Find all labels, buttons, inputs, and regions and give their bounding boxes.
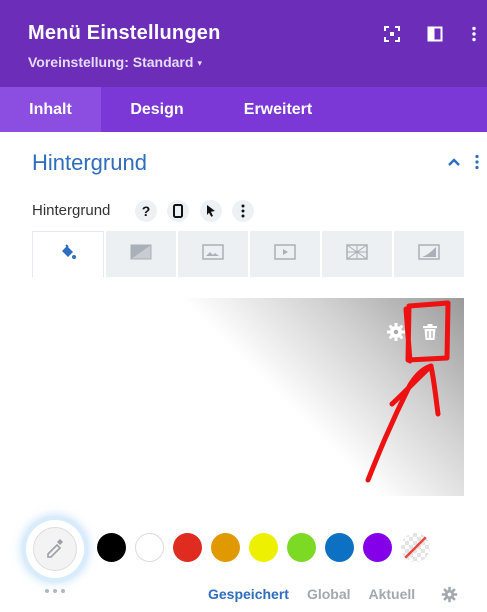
- trash-icon[interactable]: [420, 322, 440, 342]
- palette-settings-icon[interactable]: [441, 586, 458, 603]
- paint-bucket-icon: [59, 243, 77, 266]
- no-color-slash-icon: [404, 536, 427, 559]
- chevron-down-icon: ▾: [197, 58, 202, 68]
- background-type-tabs: [32, 231, 464, 277]
- video-icon: [274, 243, 296, 265]
- background-field-label: Hintergrund: [32, 202, 111, 219]
- bg-tab-gradient[interactable]: [106, 231, 176, 277]
- modal-title: Menü Einstellungen: [28, 22, 221, 44]
- field-options-icon[interactable]: [232, 200, 254, 222]
- image-icon: [202, 243, 224, 265]
- bg-tab-color[interactable]: [32, 231, 104, 277]
- bg-tab-image[interactable]: [178, 231, 248, 277]
- chevron-up-icon[interactable]: [444, 152, 464, 172]
- swatch-blue[interactable]: [325, 533, 354, 562]
- section-more-icon[interactable]: [474, 154, 484, 174]
- swatch-white[interactable]: [135, 533, 164, 562]
- tab-inhalt[interactable]: Inhalt: [0, 87, 101, 132]
- section-title[interactable]: Hintergrund: [32, 150, 147, 176]
- settings-tabs: Inhalt Design Erweitert: [0, 87, 487, 132]
- fullscreen-icon[interactable]: [380, 22, 404, 46]
- swatch-orange[interactable]: [211, 533, 240, 562]
- palette-footer: Gespeichert Global Aktuell: [208, 586, 433, 602]
- eyedropper-icon: [44, 536, 66, 563]
- swatch-purple[interactable]: [363, 533, 392, 562]
- preset-selector[interactable]: Voreinstellung: Standard ▾: [28, 54, 202, 70]
- color-swatches: [97, 533, 430, 562]
- bg-tab-video[interactable]: [250, 231, 320, 277]
- responsive-icon[interactable]: [167, 200, 189, 222]
- help-icon[interactable]: ?: [135, 200, 157, 222]
- pattern-icon: [346, 243, 368, 265]
- swatch-black[interactable]: [97, 533, 126, 562]
- swatch-red[interactable]: [173, 533, 202, 562]
- more-dots-icon[interactable]: [43, 582, 67, 593]
- sidebar-toggle-icon[interactable]: [423, 22, 447, 46]
- more-options-icon[interactable]: [462, 22, 486, 46]
- swatch-yellow[interactable]: [249, 533, 278, 562]
- color-picker-button[interactable]: [26, 520, 84, 578]
- bg-tab-pattern[interactable]: [322, 231, 392, 277]
- saved-colors-link[interactable]: Gespeichert: [208, 586, 289, 602]
- tab-erweitert[interactable]: Erweitert: [213, 87, 343, 132]
- preset-label: Voreinstellung: Standard: [28, 54, 194, 70]
- hover-cursor-icon[interactable]: [200, 200, 222, 222]
- settings-header: Menü Einstellungen Voreinstellung: Stand…: [0, 0, 487, 87]
- gradient-icon: [130, 244, 152, 265]
- global-colors-link[interactable]: Global: [307, 586, 351, 602]
- bg-tab-mask[interactable]: [394, 231, 464, 277]
- gear-icon[interactable]: [386, 322, 406, 342]
- swatch-green[interactable]: [287, 533, 316, 562]
- tab-design[interactable]: Design: [101, 87, 213, 132]
- mask-icon: [418, 243, 440, 265]
- swatch-none[interactable]: [401, 533, 430, 562]
- current-colors-link[interactable]: Aktuell: [369, 586, 416, 602]
